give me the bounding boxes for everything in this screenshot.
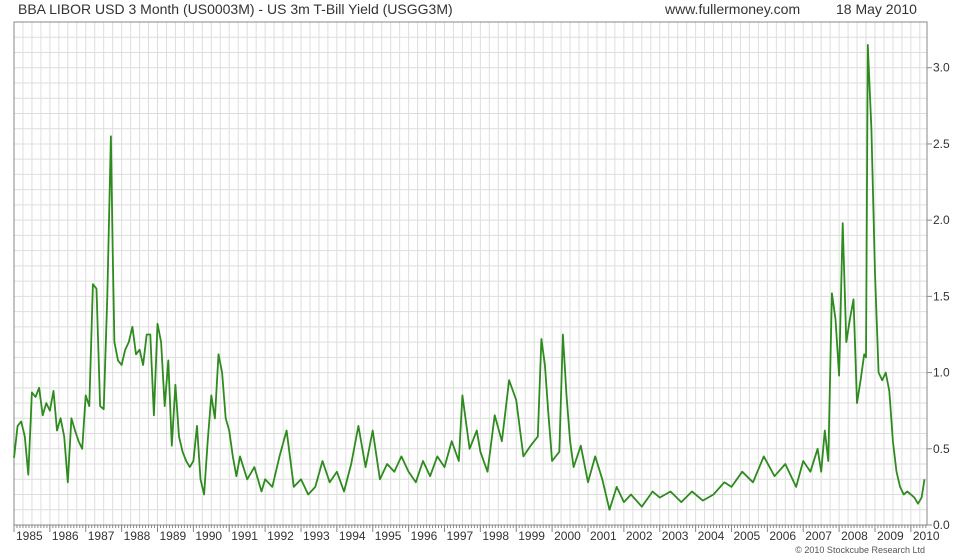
x-tick-label: 1990 (195, 529, 222, 543)
y-tick-label: 0.5 (933, 442, 950, 456)
y-tick-label: 3.0 (933, 61, 950, 75)
x-tick-label: 1998 (482, 529, 509, 543)
copyright-text: © 2010 Stockcube Research Ltd (795, 545, 925, 555)
y-tick-label: 0.0 (933, 518, 950, 532)
x-tick-label: 2001 (590, 529, 617, 543)
x-tick-label: 2005 (733, 529, 760, 543)
y-axis: 0.0 0.5 1.0 1.5 2.0 2.5 3.0 (927, 61, 950, 532)
y-tick-label: 1.0 (933, 366, 950, 380)
x-tick-label: 1999 (518, 529, 545, 543)
x-tick-label: 1986 (52, 529, 79, 543)
x-tick-label: 2004 (698, 529, 725, 543)
y-tick-label: 2.5 (933, 137, 950, 151)
y-tick-label: 2.0 (933, 213, 950, 227)
x-tick-label: 1995 (375, 529, 402, 543)
x-tick-label: 2008 (841, 529, 868, 543)
x-tick-label: 2003 (662, 529, 689, 543)
x-tick-label: 2007 (805, 529, 832, 543)
x-tick-label: 1992 (267, 529, 294, 543)
x-tick-label: 1991 (231, 529, 258, 543)
x-tick-label: 1985 (16, 529, 43, 543)
x-tick-label: 1993 (303, 529, 330, 543)
x-tick-label: 2002 (626, 529, 653, 543)
x-tick-label: 1988 (124, 529, 151, 543)
x-axis: 1985 1986 1987 1988 1989 1990 1991 1992 1993 1994… (13, 525, 940, 543)
x-tick-label: 1987 (88, 529, 115, 543)
chart-area: 1985 1986 1987 1988 1989 1990 1991 1992 1993 1994… (13, 21, 950, 543)
x-tick-label: 1997 (446, 529, 473, 543)
x-tick-label: 1996 (411, 529, 438, 543)
x-tick-label: 1989 (159, 529, 186, 543)
x-tick-label: 2000 (554, 529, 581, 543)
x-tick-label: 2006 (769, 529, 796, 543)
x-tick-label: 2009 (877, 529, 904, 543)
y-tick-label: 1.5 (933, 289, 950, 303)
x-tick-label: 1994 (339, 529, 366, 543)
plot-background (14, 22, 927, 525)
